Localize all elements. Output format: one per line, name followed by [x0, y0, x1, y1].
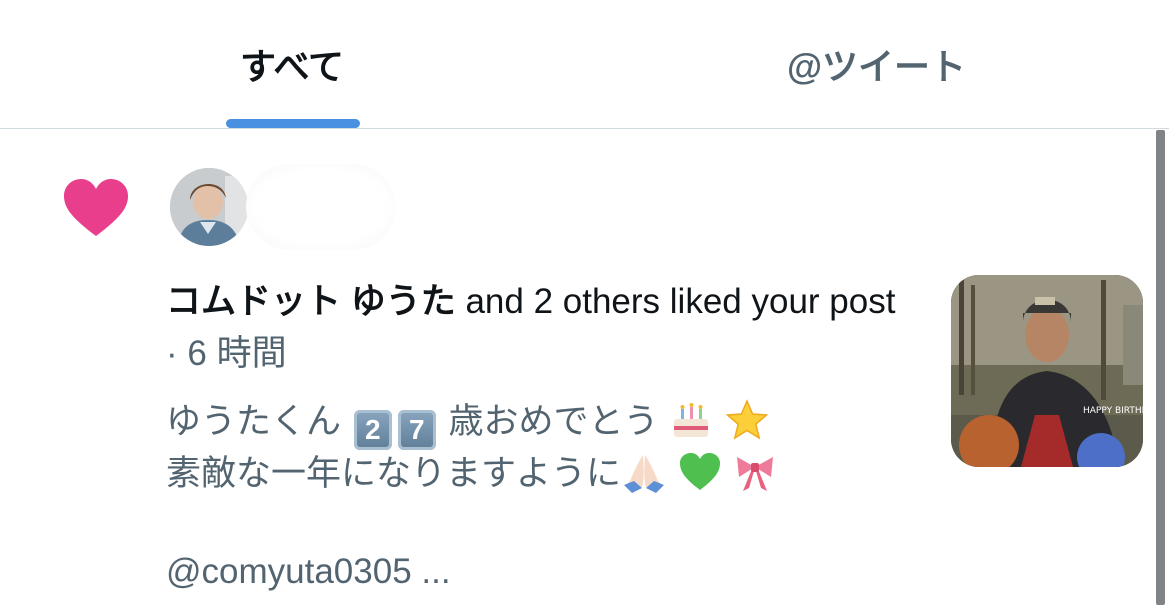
tab-all[interactable]: すべて: [0, 0, 584, 128]
star-emoji: [725, 399, 769, 440]
green-heart-emoji: [679, 453, 720, 490]
timestamp: 6 時間: [187, 334, 287, 373]
tab-all-label: すべて: [239, 46, 345, 87]
separator: ·: [166, 334, 178, 373]
birthday-cake-emoji: [674, 403, 709, 437]
keycap-2-emoji: 2: [353, 410, 392, 450]
post-text-part-2: 歳おめでとう: [448, 402, 659, 441]
notification-action: and 2 others liked your post: [465, 282, 896, 321]
notification-text: コムドット ゆうた and 2 others liked your post ·…: [166, 276, 906, 380]
avatar-secondary[interactable]: [246, 164, 396, 250]
actor-name[interactable]: コムドット ゆうた: [166, 282, 456, 321]
post-thumbnail[interactable]: HAPPY BIRTHD: [951, 275, 1143, 467]
notification-tabs: すべて @ツイート: [0, 0, 1169, 129]
mention-link[interactable]: @comyuta0305 ...: [166, 548, 451, 596]
tab-mentions-label: @ツイート: [786, 46, 967, 87]
heart-icon: [64, 179, 128, 236]
ribbon-emoji: [737, 457, 774, 491]
keycap-7-emoji: 7: [397, 410, 436, 450]
tab-mentions[interactable]: @ツイート: [584, 0, 1169, 128]
folded-hands-emoji: [624, 455, 665, 493]
post-preview[interactable]: ゆうたくん 27 歳おめでとう 素敵な一年になりますように: [166, 396, 926, 500]
post-line-2: 素敵な一年になりますように: [166, 448, 926, 500]
active-tab-indicator: [226, 119, 360, 128]
post-text-part-3: 素敵な一年になりますように: [166, 454, 622, 493]
scrollbar-thumb[interactable]: [1156, 130, 1165, 605]
avatar[interactable]: [170, 168, 248, 246]
thumbnail-caption: HAPPY BIRTHD: [1083, 406, 1143, 416]
post-line-1: ゆうたくん 27 歳おめでとう: [166, 396, 926, 450]
post-text-part-1: ゆうたくん: [166, 402, 342, 441]
